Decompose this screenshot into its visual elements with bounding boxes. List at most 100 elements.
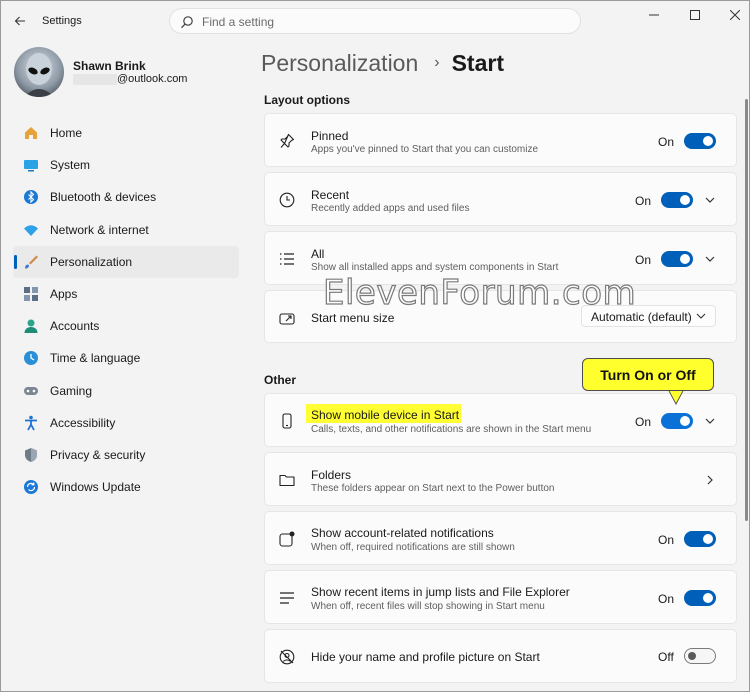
scrollbar[interactable] [745,99,748,521]
breadcrumb-parent[interactable]: Personalization [261,50,418,77]
setting-title: Start menu size [311,311,395,325]
watermark-text: ElevenForum.com [322,272,637,313]
minimize-button[interactable] [634,3,674,27]
user-email: @outlook.com [117,73,188,85]
user-name: Shawn Brink [73,59,146,73]
recent-toggle[interactable] [661,192,693,208]
back-button[interactable] [7,9,33,33]
person-icon [22,317,40,335]
toggle-state-label: Off [658,650,674,664]
lines-icon [278,589,296,607]
setting-title: Show mobile device in Start [311,408,460,422]
chevron-down-icon[interactable] [703,193,717,207]
accessibility-icon [22,414,40,432]
pinned-toggle[interactable] [684,133,716,149]
chevron-down-icon [696,313,706,319]
mobile-device-toggle[interactable] [661,413,693,429]
chevron-down-icon[interactable] [703,414,717,428]
wifi-icon [22,221,40,239]
setting-subtitle: Apps you've pinned to Start that you can… [311,144,539,155]
sidebar-item-bluetooth[interactable]: Bluetooth & devices [13,181,239,213]
gamepad-icon [22,382,40,400]
settings-window: Settings Find a setting Shawn Brink @out… [0,0,750,692]
section-title-layout-options: Layout options [264,93,350,107]
recent-items-toggle[interactable] [684,590,716,606]
brush-icon [22,253,40,271]
setting-recent[interactable]: Recent Recently added apps and used file… [264,172,737,226]
setting-subtitle: These folders appear on Start next to th… [311,483,555,494]
toggle-state-label: On [658,533,675,547]
sidebar-item-label: Accounts [50,319,100,334]
shield-icon [22,446,40,464]
sidebar-item-system[interactable]: System [13,149,239,181]
system-icon [22,156,40,174]
setting-subtitle: Show all installed apps and system compo… [311,262,559,273]
setting-folders[interactable]: Folders These folders appear on Start ne… [264,452,737,506]
all-toggle[interactable] [661,251,693,267]
phone-icon [278,412,296,430]
list-icon [278,250,296,268]
sidebar-item-label: Gaming [50,383,93,398]
sidebar-item-gaming[interactable]: Gaming [13,375,239,407]
toggle-state-label: On [635,415,652,429]
setting-account-notifications[interactable]: Show account-related notifications When … [264,511,737,565]
breadcrumb-separator: › [434,54,440,71]
resize-window-icon [278,309,296,327]
sidebar-item-label: Home [50,126,83,141]
account-notifications-toggle[interactable] [684,531,716,547]
sidebar-item-accessibility[interactable]: Accessibility [13,407,239,439]
sidebar-item-time-language[interactable]: Time & language [13,342,239,374]
close-icon [730,10,740,20]
setting-subtitle: When off, required notifications are sti… [311,542,515,553]
setting-recent-items[interactable]: Show recent items in jump lists and File… [264,570,737,624]
sidebar-item-label: Windows Update [50,480,141,495]
sidebar-item-label: System [50,158,91,173]
minimize-icon [649,14,659,16]
sidebar-item-privacy-security[interactable]: Privacy & security [13,439,239,471]
search-icon [181,16,193,29]
sidebar-item-windows-update[interactable]: Windows Update [13,471,239,503]
sidebar-item-network[interactable]: Network & internet [13,214,239,246]
globe-clock-icon [22,349,40,367]
folder-icon [278,471,296,489]
close-button[interactable] [715,3,749,27]
chevron-down-icon[interactable] [703,252,717,266]
sidebar-item-label: Apps [50,287,78,302]
section-title-other: Other [264,373,297,387]
sidebar-item-label: Privacy & security [50,447,146,462]
maximize-button[interactable] [675,3,715,27]
search-box[interactable]: Find a setting [169,8,581,34]
sidebar-item-label: Network & internet [50,222,149,237]
pin-icon [278,132,296,150]
sidebar-item-label: Accessibility [50,415,116,430]
search-input[interactable]: Find a setting [202,15,274,29]
hidden-person-icon [278,648,296,666]
setting-subtitle: When off, recent files will stop showing… [311,601,545,612]
callout-annotation: Turn On or Off [582,358,714,391]
home-icon [22,124,40,142]
alien-avatar-image [24,53,54,97]
setting-pinned[interactable]: Pinned Apps you've pinned to Start that … [264,113,737,167]
toggle-state-label: On [635,194,652,208]
apps-icon [22,285,40,303]
clock-icon [278,191,296,209]
email-redaction [73,74,117,85]
toggle-state-label: On [658,135,675,149]
sidebar-item-home[interactable]: Home [13,117,239,149]
sidebar-item-personalization[interactable]: Personalization [13,245,239,278]
setting-title: Recent [311,188,350,202]
chevron-right-icon[interactable] [703,473,717,487]
sidebar-item-apps[interactable]: Apps [13,278,239,310]
setting-title: Folders [311,468,352,482]
avatar[interactable] [14,47,64,97]
hide-name-toggle[interactable] [684,648,716,664]
title-bar: Settings Find a setting [1,1,749,41]
maximize-icon [690,10,700,20]
callout-pointer [669,390,683,403]
sidebar-item-accounts[interactable]: Accounts [13,310,239,342]
setting-hide-name-picture[interactable]: Hide your name and profile picture on St… [264,629,737,683]
setting-show-mobile-device[interactable]: Show mobile device in Start Calls, texts… [264,393,737,447]
setting-title: Pinned [311,129,349,143]
setting-title: Show recent items in jump lists and File… [311,585,570,599]
toggle-state-label: On [658,592,675,606]
